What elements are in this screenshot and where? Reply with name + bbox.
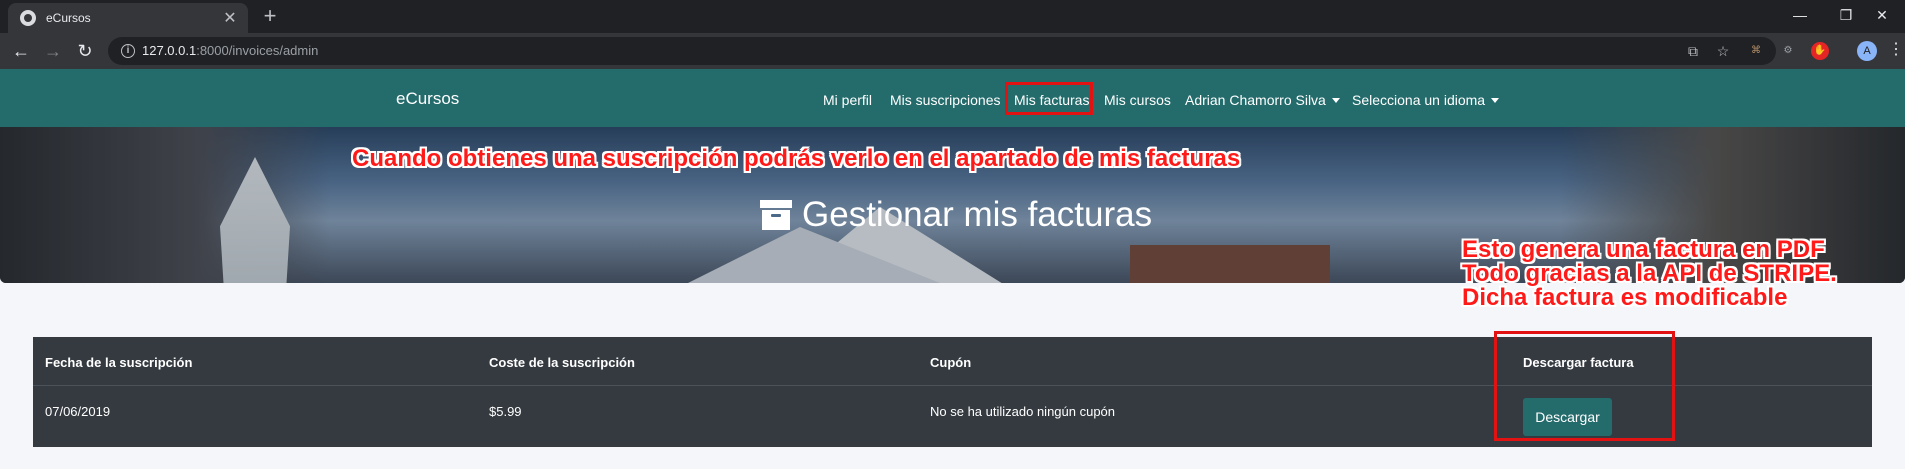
site-navbar: eCursos Mi perfil Mis suscripciones Mis … (0, 69, 1905, 127)
adblock-icon[interactable]: ✋ (1811, 42, 1829, 60)
tab-title: eCursos (46, 11, 91, 25)
extension-icon[interactable]: ⌘ (1747, 42, 1765, 60)
profile-avatar[interactable]: A (1857, 41, 1877, 61)
translate-icon[interactable]: ⧉ (1684, 42, 1702, 60)
annotation-right-text: Esto genera una factura en PDF Todo grac… (1462, 236, 1837, 311)
nav-mis-cursos[interactable]: Mis cursos (1104, 92, 1171, 108)
info-icon[interactable]: i (121, 44, 135, 58)
annotation-top-text: Cuando obtienes una suscripción podrás v… (352, 145, 1241, 172)
browser-menu-icon[interactable]: ⋮ (1888, 39, 1904, 59)
new-tab-icon[interactable]: + (258, 5, 282, 29)
reload-icon[interactable]: ↻ (73, 39, 97, 63)
page-title: Gestionar mis facturas (760, 195, 1152, 235)
annotation-highlight-nav (1005, 82, 1093, 115)
user-dropdown[interactable]: Adrian Chamorro Silva (1185, 92, 1340, 108)
close-window-icon[interactable]: ✕ (1859, 0, 1905, 30)
archive-icon (760, 200, 792, 230)
table-header-date: Fecha de la suscripción (45, 355, 193, 370)
invoices-table: Fecha de la suscripción Coste de la susc… (33, 331, 1872, 447)
nav-mi-perfil[interactable]: Mi perfil (823, 92, 872, 108)
star-icon[interactable]: ☆ (1714, 42, 1732, 60)
browser-toolbar: ← → ↻ i 127.0.0.1:8000/invoices/admin ⧉ … (0, 33, 1905, 69)
language-dropdown[interactable]: Selecciona un idioma (1352, 92, 1500, 108)
forward-icon[interactable]: → (41, 39, 65, 63)
row-coupon: No se ha utilizado ningún cupón (930, 404, 1116, 419)
globe-icon (20, 10, 36, 26)
minimize-icon[interactable]: — (1777, 0, 1823, 30)
address-bar[interactable]: i 127.0.0.1:8000/invoices/admin ⧉ ☆ (108, 37, 1776, 65)
close-tab-icon[interactable]: ✕ (218, 8, 242, 28)
nav-mis-suscripciones[interactable]: Mis suscripciones (890, 92, 1000, 108)
annotation-highlight-download (1494, 331, 1675, 441)
gear-extension-icon[interactable]: ⚙ (1779, 42, 1797, 60)
caret-down-icon (1331, 98, 1340, 103)
row-cost: $5.99 (489, 404, 522, 419)
caret-down-icon (1491, 98, 1500, 103)
url-text[interactable]: 127.0.0.1:8000/invoices/admin (142, 43, 318, 58)
browser-tabstrip: eCursos ✕ + — ❐ ✕ (0, 0, 1905, 33)
brand-link[interactable]: eCursos (396, 89, 459, 109)
table-header-cost: Coste de la suscripción (489, 355, 635, 370)
table-header-coupon: Cupón (930, 355, 972, 370)
row-date: 07/06/2019 (45, 404, 111, 419)
browser-tab[interactable]: eCursos ✕ (8, 3, 248, 33)
back-icon[interactable]: ← (9, 39, 33, 63)
